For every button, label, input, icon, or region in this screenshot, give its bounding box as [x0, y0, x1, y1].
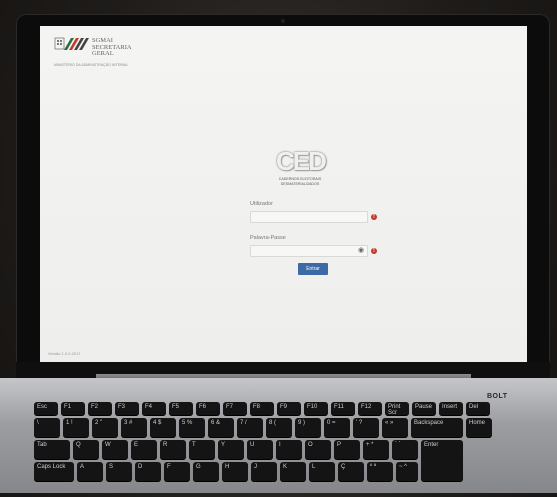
keyboard: Esc F1 F2 F3 F4 F5 F6 F7 F8 F9 F10 F11 F…	[34, 402, 557, 497]
key-k[interactable]: K	[280, 462, 306, 481]
ced-title-line2: DESMATERIALIZADOS	[280, 182, 320, 186]
password-input[interactable]	[250, 245, 368, 257]
version-label: Versão 1.0.0.2017	[48, 351, 81, 356]
logo-line3: GERAL	[92, 50, 114, 57]
key-3[interactable]: 3 #	[121, 418, 147, 437]
key-i[interactable]: I	[276, 440, 302, 459]
sgmai-logo: SGMAI SECRETARIA GERAL MINISTÉRIO DA ADM…	[54, 36, 174, 76]
key-j[interactable]: J	[251, 462, 277, 481]
key-e[interactable]: E	[131, 440, 157, 459]
key-acute[interactable]: ´ `	[392, 440, 418, 459]
key-tab[interactable]: Tab	[34, 440, 70, 459]
username-error-icon: !	[371, 214, 377, 220]
sgmai-wordmark: SGMAI SECRETARIA GERAL	[92, 37, 132, 58]
ced-logo: CED CADERNOS ELEITORAIS DESMATERIALIZADO…	[270, 146, 330, 196]
key-f8[interactable]: F8	[250, 402, 274, 415]
key-f6[interactable]: F6	[196, 402, 220, 415]
key-t[interactable]: T	[189, 440, 215, 459]
webcam	[281, 19, 285, 23]
password-label: Palavra-Passe	[250, 235, 286, 241]
key-print-screen[interactable]: Print Scr	[385, 402, 409, 415]
key-7[interactable]: 7 /	[237, 418, 263, 437]
key-plus[interactable]: + *	[363, 440, 389, 459]
key-d[interactable]: D	[135, 462, 161, 481]
key-caps-lock[interactable]: Caps Lock	[34, 462, 74, 481]
key-6[interactable]: 6 &	[208, 418, 234, 437]
key-q[interactable]: Q	[73, 440, 99, 459]
key-p[interactable]: P	[334, 440, 360, 459]
key-a[interactable]: A	[77, 462, 103, 481]
key-ordinal[interactable]: º ª	[367, 462, 393, 481]
key-backslash[interactable]: \	[34, 418, 60, 437]
key-f2[interactable]: F2	[88, 402, 112, 415]
key-f5[interactable]: F5	[169, 402, 193, 415]
key-g[interactable]: G	[193, 462, 219, 481]
key-8[interactable]: 8 (	[266, 418, 292, 437]
key-esc[interactable]: Esc	[34, 402, 58, 415]
key-s[interactable]: S	[106, 462, 132, 481]
photo-stage: SGMAI SECRETARIA GERAL MINISTÉRIO DA ADM…	[0, 0, 557, 493]
key-l[interactable]: L	[309, 462, 335, 481]
key-backspace[interactable]: Backspace	[411, 418, 463, 437]
key-f3[interactable]: F3	[115, 402, 139, 415]
laptop-bezel: SGMAI SECRETARIA GERAL MINISTÉRIO DA ADM…	[16, 14, 550, 378]
show-password-eye-icon[interactable]: ◉	[358, 247, 364, 254]
key-y[interactable]: Y	[218, 440, 244, 459]
key-o[interactable]: O	[305, 440, 331, 459]
key-delete[interactable]: Del	[466, 402, 490, 415]
brand-label: BOLT	[487, 393, 508, 400]
key-1[interactable]: 1 !	[63, 418, 89, 437]
logo-subtitle: MINISTÉRIO DA ADMINISTRAÇÃO INTERNA	[54, 63, 128, 67]
key-f[interactable]: F	[164, 462, 190, 481]
key-enter[interactable]: Enter	[421, 440, 463, 481]
key-r[interactable]: R	[160, 440, 186, 459]
key-f12[interactable]: F12	[358, 402, 382, 415]
key-apostrophe[interactable]: ' ?	[353, 418, 379, 437]
username-input[interactable]	[250, 211, 368, 223]
login-screen: SGMAI SECRETARIA GERAL MINISTÉRIO DA ADM…	[40, 26, 527, 364]
key-f11[interactable]: F11	[331, 402, 355, 415]
ced-mark: CED	[276, 146, 327, 176]
key-c-cedilla[interactable]: Ç	[338, 462, 364, 481]
key-2[interactable]: 2 "	[92, 418, 118, 437]
key-9[interactable]: 9 )	[295, 418, 321, 437]
ced-title-line1: CADERNOS ELEITORAIS	[278, 177, 322, 181]
key-f7[interactable]: F7	[223, 402, 247, 415]
key-4[interactable]: 4 $	[150, 418, 176, 437]
key-f10[interactable]: F10	[304, 402, 328, 415]
key-u[interactable]: U	[247, 440, 273, 459]
password-error-icon: !	[371, 248, 377, 254]
key-f1[interactable]: F1	[61, 402, 85, 415]
key-0[interactable]: 0 =	[324, 418, 350, 437]
key-home[interactable]: Home	[466, 418, 492, 437]
key-h[interactable]: H	[222, 462, 248, 481]
key-pause[interactable]: Pause	[412, 402, 436, 415]
key-f4[interactable]: F4	[142, 402, 166, 415]
key-w[interactable]: W	[102, 440, 128, 459]
login-button[interactable]: Entrar	[298, 263, 328, 275]
sgmai-emblem-icon	[54, 37, 89, 50]
key-insert[interactable]: Insert	[439, 402, 463, 415]
key-5[interactable]: 5 %	[179, 418, 205, 437]
key-f9[interactable]: F9	[277, 402, 301, 415]
key-guillemets[interactable]: « »	[382, 418, 408, 437]
username-label: Utilizador	[250, 201, 273, 207]
key-tilde[interactable]: ~ ^	[396, 462, 418, 481]
